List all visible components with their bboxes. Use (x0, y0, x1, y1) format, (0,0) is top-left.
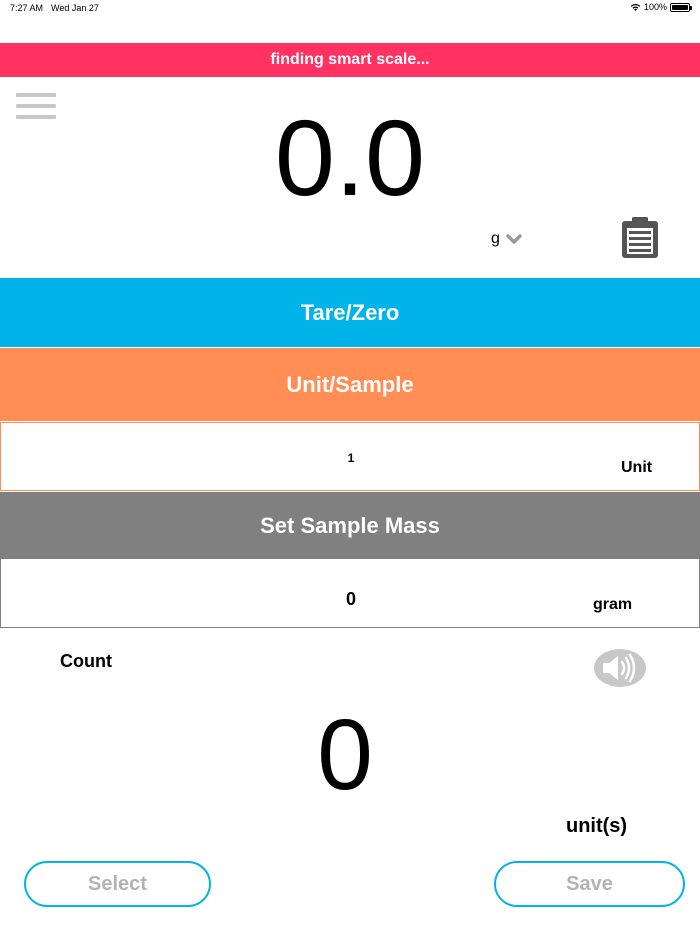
set-sample-mass-button[interactable]: Set Sample Mass (0, 492, 700, 559)
unit-dropdown-value: g (491, 230, 500, 247)
sample-mass-unit: gram (593, 596, 633, 613)
unit-sample-label: Unit/Sample (286, 371, 414, 397)
save-button[interactable]: Save (494, 861, 685, 907)
tare-zero-label: Tare/Zero (300, 299, 400, 325)
wifi-icon (630, 3, 641, 11)
select-label: Select (88, 872, 147, 895)
clipboard-icon[interactable] (620, 217, 660, 259)
tare-zero-button[interactable]: Tare/Zero (0, 278, 700, 347)
unit-count-value[interactable]: 1 (1, 451, 700, 465)
unit-count-unit: Unit (621, 459, 653, 476)
set-sample-mass-label: Set Sample Mass (260, 512, 440, 538)
status-indicators: 100% (630, 2, 692, 12)
count-unit: unit(s) (566, 815, 628, 837)
speaker-icon[interactable] (593, 648, 647, 688)
battery-icon (670, 2, 692, 12)
unit-sample-button[interactable]: Unit/Sample (0, 348, 700, 421)
sample-mass-field[interactable]: 0 gram (0, 559, 700, 628)
battery-percent: 100% (643, 2, 667, 12)
connection-banner: finding smart scale... (0, 43, 700, 77)
count-value: 0 (317, 699, 373, 811)
select-button[interactable]: Select (24, 861, 211, 907)
unit-count-field[interactable]: 1 Unit (0, 422, 700, 491)
status-time: 7:27 AM (10, 3, 44, 13)
banner-text: finding smart scale... (270, 51, 430, 68)
count-label: Count (60, 651, 112, 671)
status-date: Wed Jan 27 (51, 3, 99, 13)
unit-dropdown[interactable]: g (491, 230, 522, 248)
save-label: Save (566, 872, 613, 895)
chevron-down-icon (506, 234, 522, 244)
weight-reading: 0.0 (274, 97, 426, 218)
